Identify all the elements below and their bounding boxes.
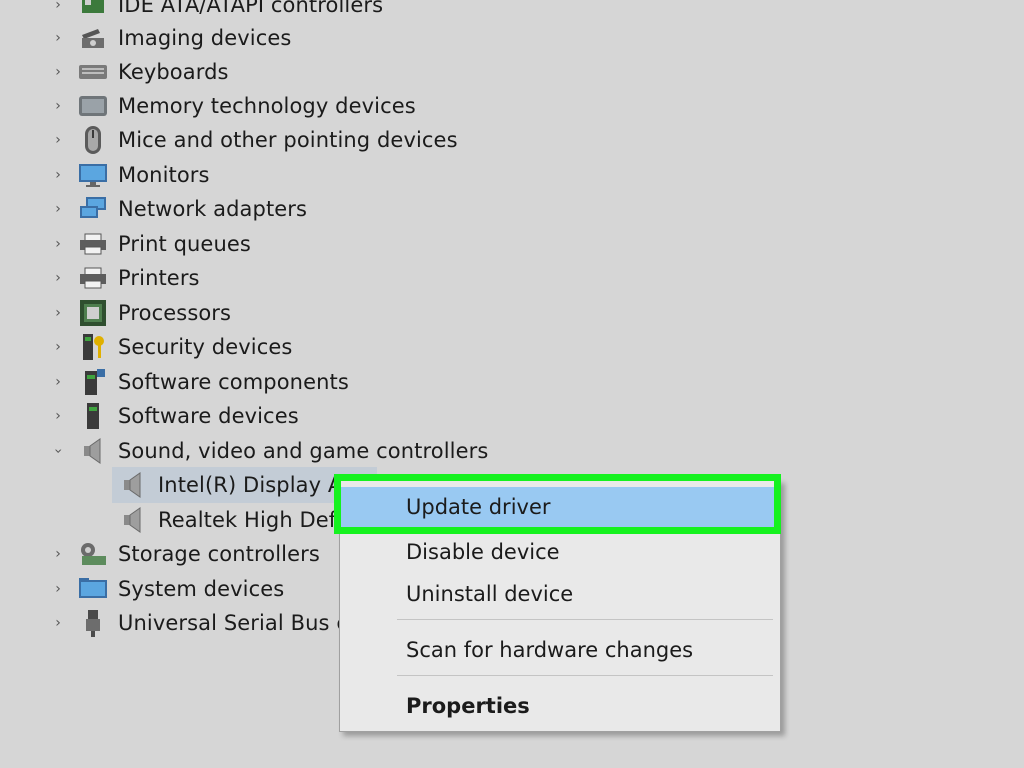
tree-item-label: Processors bbox=[118, 301, 232, 325]
tree-item-network-adapters[interactable]: › Network adapters bbox=[48, 192, 307, 226]
tree-item-software-components[interactable]: › Software components bbox=[48, 365, 349, 399]
printer-icon bbox=[78, 264, 108, 292]
tree-item-software-devices[interactable]: › Software devices bbox=[48, 399, 299, 433]
chevron-right-icon[interactable]: › bbox=[48, 581, 68, 597]
ide-controller-icon bbox=[78, 0, 108, 19]
tree-item-imaging-devices[interactable]: › Imaging devices bbox=[48, 21, 291, 55]
memory-icon bbox=[78, 92, 108, 120]
tree-item-system-devices[interactable]: › System devices bbox=[48, 572, 284, 606]
tree-item-label: Software devices bbox=[118, 404, 299, 428]
tree-item-label: Software components bbox=[118, 370, 349, 394]
menu-separator bbox=[397, 675, 773, 676]
security-key-icon bbox=[78, 333, 108, 361]
tree-item-usb-controllers[interactable]: › Universal Serial Bus co bbox=[48, 606, 361, 640]
chevron-right-icon[interactable]: › bbox=[48, 0, 68, 13]
tree-item-sound-video-game[interactable]: › Sound, video and game controllers bbox=[48, 434, 488, 468]
keyboard-icon bbox=[78, 58, 108, 86]
tree-item-label: Memory technology devices bbox=[118, 94, 416, 118]
chevron-right-icon[interactable]: › bbox=[48, 64, 68, 80]
processor-icon bbox=[78, 299, 108, 327]
chevron-right-icon[interactable]: › bbox=[48, 132, 68, 148]
chevron-right-icon[interactable]: › bbox=[48, 201, 68, 217]
chevron-right-icon[interactable]: › bbox=[48, 30, 68, 46]
speaker-icon bbox=[118, 506, 148, 534]
tree-item-label: Monitors bbox=[118, 163, 210, 187]
tree-item-label: System devices bbox=[118, 577, 285, 601]
chevron-down-icon[interactable]: › bbox=[50, 441, 66, 461]
tree-item-keyboards[interactable]: › Keyboards bbox=[48, 55, 229, 89]
tree-item-label: Intel(R) Display Au bbox=[158, 473, 356, 497]
chevron-right-icon[interactable]: › bbox=[48, 270, 68, 286]
tree-item-printers[interactable]: › Printers bbox=[48, 261, 200, 295]
software-component-icon bbox=[78, 368, 108, 396]
tree-item-memory-devices[interactable]: › Memory technology devices bbox=[48, 89, 416, 123]
tree-item-label: Mice and other pointing devices bbox=[118, 128, 458, 152]
chevron-right-icon[interactable]: › bbox=[48, 374, 68, 390]
tree-item-label: Sound, video and game controllers bbox=[118, 439, 489, 463]
monitor-icon bbox=[78, 161, 108, 189]
menu-item-disable-device[interactable]: Disable device bbox=[340, 532, 780, 572]
menu-item-label: Scan for hardware changes bbox=[406, 638, 694, 662]
chevron-right-icon[interactable]: › bbox=[48, 305, 68, 321]
tree-item-storage-controllers[interactable]: › Storage controllers bbox=[48, 537, 320, 571]
mouse-icon bbox=[78, 126, 108, 154]
printer-icon bbox=[78, 230, 108, 258]
chevron-right-icon[interactable]: › bbox=[48, 339, 68, 355]
tree-item-label: Universal Serial Bus co bbox=[118, 611, 361, 635]
storage-icon bbox=[78, 540, 108, 568]
speaker-icon bbox=[118, 471, 148, 499]
speaker-icon bbox=[78, 437, 108, 465]
system-folder-icon bbox=[78, 575, 108, 603]
chevron-right-icon[interactable]: › bbox=[48, 236, 68, 252]
tree-item-label: Keyboards bbox=[118, 60, 229, 84]
tree-item-label: Storage controllers bbox=[118, 542, 320, 566]
menu-item-uninstall-device[interactable]: Uninstall device bbox=[340, 574, 780, 614]
menu-item-label: Properties bbox=[406, 694, 530, 718]
chevron-right-icon[interactable]: › bbox=[48, 408, 68, 424]
tree-item-label: Printers bbox=[118, 266, 200, 290]
menu-item-properties[interactable]: Properties bbox=[340, 686, 780, 726]
menu-item-label: Disable device bbox=[406, 540, 560, 564]
tree-item-print-queues[interactable]: › Print queues bbox=[48, 227, 251, 261]
tree-item-label: IDE ATA/ATAPI controllers bbox=[118, 0, 384, 17]
camera-icon bbox=[78, 24, 108, 52]
tree-item-security-devices[interactable]: › Security devices bbox=[48, 330, 292, 364]
chevron-right-icon[interactable]: › bbox=[48, 167, 68, 183]
tree-item-intel-display-audio[interactable]: Intel(R) Display Au bbox=[118, 468, 356, 502]
chevron-right-icon[interactable]: › bbox=[48, 98, 68, 114]
network-icon bbox=[78, 195, 108, 223]
menu-item-label: Uninstall device bbox=[406, 582, 574, 606]
tree-item-processors[interactable]: › Processors bbox=[48, 296, 231, 330]
tree-item-realtek-audio[interactable]: Realtek High Defir bbox=[118, 503, 351, 537]
menu-item-scan-hardware[interactable]: Scan for hardware changes bbox=[340, 630, 780, 670]
tree-item-label: Network adapters bbox=[118, 197, 308, 221]
menu-separator bbox=[397, 619, 773, 620]
tree-item-label: Realtek High Defir bbox=[158, 508, 351, 532]
tree-item-label: Imaging devices bbox=[118, 26, 292, 50]
chevron-right-icon[interactable]: › bbox=[48, 546, 68, 562]
chevron-right-icon[interactable]: › bbox=[48, 615, 68, 631]
usb-icon bbox=[78, 609, 108, 637]
tree-item-mice[interactable]: › Mice and other pointing devices bbox=[48, 123, 458, 157]
highlight-annotation bbox=[334, 474, 781, 534]
tree-item-label: Security devices bbox=[118, 335, 293, 359]
tree-item-ide-controllers[interactable]: › IDE ATA/ATAPI controllers bbox=[48, 0, 383, 22]
tree-item-monitors[interactable]: › Monitors bbox=[48, 158, 210, 192]
tree-item-label: Print queues bbox=[118, 232, 251, 256]
software-device-icon bbox=[78, 402, 108, 430]
